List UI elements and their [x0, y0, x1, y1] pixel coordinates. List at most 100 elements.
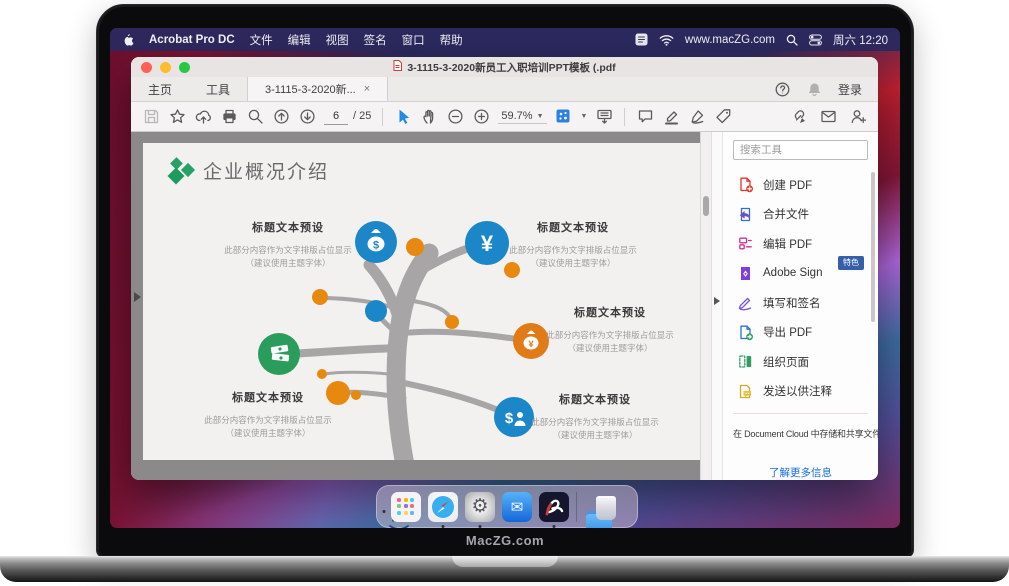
create-pdf-icon	[737, 176, 754, 193]
laptop-lid-notch	[452, 556, 558, 567]
previous-page-icon[interactable]	[272, 108, 290, 126]
tool-organize-pages[interactable]: 组织页面	[733, 347, 868, 377]
fill-sign-icon	[737, 294, 754, 311]
zoom-window-button[interactable]	[179, 62, 190, 73]
notifications-bell-icon[interactable]	[806, 80, 824, 98]
tab-tools[interactable]: 工具	[189, 77, 247, 101]
spotlight-search-icon[interactable]	[786, 34, 798, 46]
document-scrollbar-thumb[interactable]	[703, 196, 709, 216]
tab-close-icon[interactable]: ×	[364, 83, 370, 95]
document-scrollbar[interactable]	[700, 132, 711, 480]
tools-panel-collapse-strip[interactable]	[711, 132, 723, 480]
scroll-mode-icon[interactable]	[595, 108, 613, 126]
menu-sign[interactable]: 签名	[364, 32, 387, 48]
nav-pane-expand-arrow[interactable]	[134, 292, 141, 302]
stamp-tool-icon[interactable]	[714, 108, 732, 126]
page-display-caret-icon[interactable]: ▼	[581, 113, 588, 120]
minimize-window-button[interactable]	[160, 62, 171, 73]
next-page-icon[interactable]	[298, 108, 316, 126]
hand-pan-icon[interactable]	[420, 108, 438, 126]
dock-safari-icon[interactable]	[428, 492, 458, 522]
control-center-icon[interactable]	[809, 34, 822, 46]
zoom-level-dropdown[interactable]: 59.7% ▼	[498, 109, 546, 124]
page-number-input[interactable]	[324, 109, 348, 125]
edit-pdf-icon	[737, 235, 754, 252]
main-toolbar: / 25 59.7% ▼ ▼	[131, 102, 878, 132]
menu-view[interactable]: 视图	[326, 32, 349, 48]
save-icon[interactable]	[142, 108, 160, 126]
link-share-icon[interactable]	[789, 108, 807, 126]
section-middle-right: 标题文本预设 此部分内容作为文字排版占位显示（建议使用主题字体）	[515, 304, 705, 355]
dock: ⚙ ✉	[376, 485, 638, 528]
share-person-icon[interactable]	[849, 108, 867, 126]
highlight-icon[interactable]	[662, 108, 680, 126]
print-icon[interactable]	[220, 108, 238, 126]
select-cursor-icon[interactable]	[394, 108, 412, 126]
adobe-sign-icon	[737, 265, 754, 282]
zoom-level-value: 59.7%	[501, 110, 532, 122]
tab-document-label: 3-1115-3-2020新...	[265, 81, 356, 97]
dock-trash-icon[interactable]	[591, 492, 621, 522]
zoom-out-icon[interactable]	[446, 108, 464, 126]
acrobat-window: 3-1115-3-2020新员工入职培训PPT模板 (.pdf 主页 工具 3-…	[131, 57, 878, 480]
tab-home[interactable]: 主页	[131, 77, 189, 101]
tool-combine-files[interactable]: 合并文件	[733, 200, 868, 230]
section-top-right: 标题文本预设 此部分内容作为文字排版占位显示（建议使用主题字体）	[478, 219, 668, 270]
page-display-icon[interactable]	[555, 108, 573, 126]
tool-adobe-sign[interactable]: Adobe Sign 特色	[733, 259, 868, 289]
document-viewport[interactable]: 企业概况介绍	[131, 132, 711, 480]
window-titlebar: 3-1115-3-2020新员工入职培训PPT模板 (.pdf	[131, 57, 878, 77]
section-bottom-left: 标题文本预设 此部分内容作为文字排版占位显示（建议使用主题字体）	[173, 389, 363, 440]
tab-bar: 主页 工具 3-1115-3-2020新... × 登录	[131, 77, 878, 102]
laptop-brand-label: MacZG.com	[96, 530, 914, 556]
window-title: 3-1115-3-2020新员工入职培训PPT模板 (.pdf	[407, 60, 615, 75]
pdf-page: 企业概况介绍	[143, 143, 700, 460]
login-button[interactable]: 登录	[838, 81, 862, 98]
menu-app-name[interactable]: Acrobat Pro DC	[149, 34, 235, 46]
search-icon[interactable]	[246, 108, 264, 126]
tool-fill-sign[interactable]: 填写和签名	[733, 288, 868, 318]
close-window-button[interactable]	[141, 62, 152, 73]
menu-file[interactable]: 文件	[250, 32, 273, 48]
section-top-left: 标题文本预设 此部分内容作为文字排版占位显示（建议使用主题字体）	[193, 219, 383, 270]
section-bottom-right: 标题文本预设 此部分内容作为文字排版占位显示（建议使用主题字体）	[500, 391, 690, 442]
tools-panel: 创建 PDF 合并文件 编辑 PDF Adobe Sign 特色	[723, 132, 878, 480]
tools-search-input[interactable]	[733, 140, 868, 160]
tool-edit-pdf[interactable]: 编辑 PDF	[733, 229, 868, 259]
wifi-icon[interactable]	[659, 34, 674, 46]
menubar-clock[interactable]: 周六 12:20	[833, 32, 888, 48]
comment-icon[interactable]	[636, 108, 654, 126]
input-source-icon[interactable]	[635, 33, 648, 46]
menu-window[interactable]: 窗口	[402, 32, 425, 48]
menu-help[interactable]: 帮助	[440, 32, 463, 48]
menu-bar: Acrobat Pro DC 文件 编辑 视图 签名 窗口 帮助 www.mac…	[110, 28, 900, 51]
macos-screen: Acrobat Pro DC 文件 编辑 视图 签名 窗口 帮助 www.mac…	[110, 28, 900, 528]
help-icon[interactable]	[774, 80, 792, 98]
star-favorites-icon[interactable]	[168, 108, 186, 126]
dock-launchpad-icon[interactable]	[391, 492, 421, 522]
tools-panel-scrollbar-thumb[interactable]	[871, 172, 875, 322]
share-cloud-icon[interactable]	[194, 108, 212, 126]
dock-acrobat-icon[interactable]	[539, 492, 569, 522]
dock-mail-icon[interactable]: ✉	[502, 492, 532, 522]
send-email-icon[interactable]	[819, 108, 837, 126]
pdf-file-icon	[393, 60, 402, 74]
document-cloud-text: 在 Document Cloud 中存储和共享文件	[733, 427, 868, 440]
apple-menu-icon[interactable]	[122, 33, 134, 47]
organize-pages-icon	[737, 353, 754, 370]
learn-more-link[interactable]: 了解更多信息	[733, 465, 868, 480]
sign-pen-icon[interactable]	[688, 108, 706, 126]
banknotes-green-circle	[258, 333, 300, 375]
page-total-label: / 25	[353, 110, 371, 122]
send-comments-icon	[737, 383, 754, 400]
combine-files-icon	[737, 206, 754, 223]
tool-export-pdf[interactable]: 导出 PDF	[733, 318, 868, 348]
tool-send-for-comments[interactable]: 发送以供注释	[733, 377, 868, 407]
tools-panel-collapse-arrow[interactable]	[714, 297, 720, 305]
tab-document[interactable]: 3-1115-3-2020新... ×	[247, 77, 388, 101]
menu-edit[interactable]: 编辑	[288, 32, 311, 48]
dock-separator	[576, 492, 577, 522]
dock-settings-icon[interactable]: ⚙	[465, 492, 495, 522]
tool-create-pdf[interactable]: 创建 PDF	[733, 170, 868, 200]
zoom-in-icon[interactable]	[472, 108, 490, 126]
